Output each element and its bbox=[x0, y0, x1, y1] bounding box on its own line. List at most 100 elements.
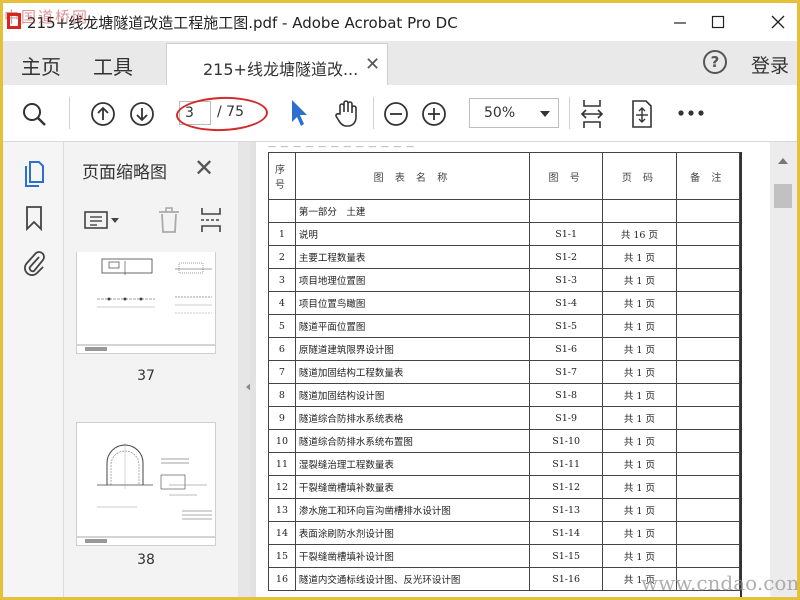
section-row: 第一部分 土建 bbox=[268, 199, 741, 223]
search-icon[interactable] bbox=[19, 99, 49, 129]
row-number: 7 bbox=[268, 360, 296, 384]
left-rail bbox=[3, 142, 64, 597]
drawing-code: S1-5 bbox=[528, 314, 604, 338]
chevron-down-icon bbox=[540, 111, 550, 117]
remarks bbox=[675, 360, 741, 384]
table-row: 12 干裂缝凿槽填补数量表 S1-12 共 1 页 bbox=[268, 475, 741, 499]
drawing-name: 隧道平面位置图 bbox=[294, 314, 531, 338]
drawing-name: 隧道综合防排水系统布置图 bbox=[294, 429, 531, 453]
drawing-code: S1-12 bbox=[528, 475, 604, 499]
table-header-row: 序号 图 表 名 称 图 号 页 码 备 注 bbox=[268, 152, 741, 200]
tab-tools[interactable]: 工具 bbox=[93, 51, 133, 80]
zoom-in-icon[interactable] bbox=[419, 99, 449, 129]
table-row: 11 湿裂缝治理工程数量表 S1-11 共 1 页 bbox=[268, 452, 741, 476]
toolbar-divider bbox=[373, 97, 374, 129]
panel-toolbar bbox=[64, 196, 238, 244]
column-header: 图 表 名 称 bbox=[294, 152, 531, 200]
page-count: 共 1 页 bbox=[602, 360, 677, 384]
tab-home[interactable]: 主页 bbox=[21, 51, 61, 80]
drawing-name: 干裂缝凿槽填补设计图 bbox=[294, 544, 531, 568]
table-row: 8 隧道加固结构设计图 S1-8 共 1 页 bbox=[268, 383, 741, 407]
page-count: 共 1 页 bbox=[602, 544, 677, 568]
drawing-name: 项目位置鸟瞰图 bbox=[294, 291, 531, 315]
drawing-name: 原隧道建筑限界设计图 bbox=[294, 337, 531, 361]
table-row: 5 隧道平面位置图 S1-5 共 1 页 bbox=[268, 314, 741, 338]
help-icon[interactable]: ? bbox=[703, 50, 727, 74]
bookmark-icon[interactable] bbox=[20, 202, 48, 234]
document-scrollbar[interactable] bbox=[770, 142, 797, 597]
remarks bbox=[675, 291, 741, 315]
close-window-icon[interactable] bbox=[755, 7, 797, 37]
page-count: 共 1 页 bbox=[602, 475, 677, 499]
table-row: 2 主要工程数量表 S1-2 共 1 页 bbox=[268, 245, 741, 269]
page-up-icon[interactable] bbox=[88, 99, 118, 129]
remarks bbox=[675, 498, 741, 522]
remarks bbox=[675, 406, 741, 430]
zoom-select[interactable]: 50% bbox=[469, 98, 559, 128]
zoom-out-icon[interactable] bbox=[381, 99, 411, 129]
remarks bbox=[675, 314, 741, 338]
tab-bar: 主页 工具 215+线龙塘隧道改... ✕ ? 登录 bbox=[3, 41, 797, 86]
page-count: 共 1 页 bbox=[602, 291, 677, 315]
drawing-code: S1-2 bbox=[528, 245, 604, 269]
remarks bbox=[675, 452, 741, 476]
drawing-code: S1-14 bbox=[528, 521, 604, 545]
drawing-code: S1-11 bbox=[528, 452, 604, 476]
row-number: 16 bbox=[268, 567, 296, 591]
drawing-name: 干裂缝凿槽填补数量表 bbox=[294, 475, 531, 499]
scroll-up-icon[interactable] bbox=[778, 158, 788, 164]
remarks bbox=[675, 245, 741, 269]
row-number: 2 bbox=[268, 245, 296, 269]
panel-splitter[interactable] bbox=[238, 142, 250, 597]
column-header: 序号 bbox=[268, 152, 296, 200]
window-title: 215+线龙塘隧道改造工程施工图.pdf - Adobe Acrobat Pro… bbox=[27, 14, 458, 32]
fit-page-icon[interactable] bbox=[627, 97, 657, 131]
thumbnail-page-38[interactable] bbox=[76, 422, 216, 546]
drawing-name: 湿裂缝治理工程数量表 bbox=[294, 452, 531, 476]
page-thumbnails-icon[interactable] bbox=[20, 156, 48, 188]
remarks bbox=[675, 544, 741, 568]
drawing-code: S1-8 bbox=[528, 383, 604, 407]
row-number: 5 bbox=[268, 314, 296, 338]
remarks bbox=[675, 268, 741, 292]
page-down-icon[interactable] bbox=[127, 99, 157, 129]
hand-tool-icon[interactable] bbox=[331, 97, 363, 129]
row-number: 11 bbox=[268, 452, 296, 476]
thumbnails-panel: 页面缩略图 ✕ 37 38 bbox=[64, 142, 294, 597]
row-number: 9 bbox=[268, 406, 296, 430]
toolbar-divider bbox=[69, 97, 70, 129]
drawing-name: 隧道内交通标线设计图、反光环设计图 bbox=[294, 567, 531, 591]
table-row: 9 隧道综合防排水系统表格 S1-9 共 1 页 bbox=[268, 406, 741, 430]
row-number: 4 bbox=[268, 291, 296, 315]
page-count: 共 16 页 bbox=[602, 222, 677, 246]
attachment-icon[interactable] bbox=[20, 246, 48, 278]
page-count: 共 1 页 bbox=[602, 245, 677, 269]
tab-document[interactable]: 215+线龙塘隧道改... ✕ bbox=[166, 43, 388, 85]
more-icon[interactable] bbox=[675, 101, 707, 125]
fit-width-icon[interactable] bbox=[577, 97, 607, 131]
row-number: 6 bbox=[268, 337, 296, 361]
page-border bbox=[740, 152, 742, 597]
scrollbar-thumb[interactable] bbox=[774, 184, 792, 208]
table-row: 1 说明 S1-1 共 16 页 bbox=[268, 222, 741, 246]
thumbnail-options-icon[interactable] bbox=[82, 206, 122, 234]
close-tab-icon[interactable]: ✕ bbox=[365, 54, 380, 75]
close-panel-icon[interactable]: ✕ bbox=[194, 154, 214, 182]
page-count: 共 1 页 bbox=[602, 452, 677, 476]
select-pointer-icon[interactable] bbox=[285, 97, 313, 129]
page-layout-icon[interactable] bbox=[196, 204, 226, 236]
column-header: 备 注 bbox=[675, 152, 741, 200]
panel-title: 页面缩略图 bbox=[82, 163, 167, 183]
drawing-code: S1-4 bbox=[528, 291, 604, 315]
thumbnail-page-37[interactable] bbox=[76, 252, 216, 354]
login-button[interactable]: 登录 bbox=[751, 51, 789, 78]
maximize-icon[interactable] bbox=[695, 7, 741, 37]
drawing-index-table: 序号 图 表 名 称 图 号 页 码 备 注 第一部分 土建 1 说明 S1-1… bbox=[268, 152, 741, 591]
table-row: 10 隧道综合防排水系统布置图 S1-10 共 1 页 bbox=[268, 429, 741, 453]
watermark-top: 中国道桥网 bbox=[4, 8, 90, 26]
toolbar: 3 / 75 50% bbox=[3, 85, 797, 142]
row-number: 15 bbox=[268, 544, 296, 568]
toolbar-divider bbox=[569, 97, 570, 129]
drawing-code: S1-1 bbox=[528, 222, 604, 246]
delete-page-icon[interactable] bbox=[154, 204, 184, 236]
